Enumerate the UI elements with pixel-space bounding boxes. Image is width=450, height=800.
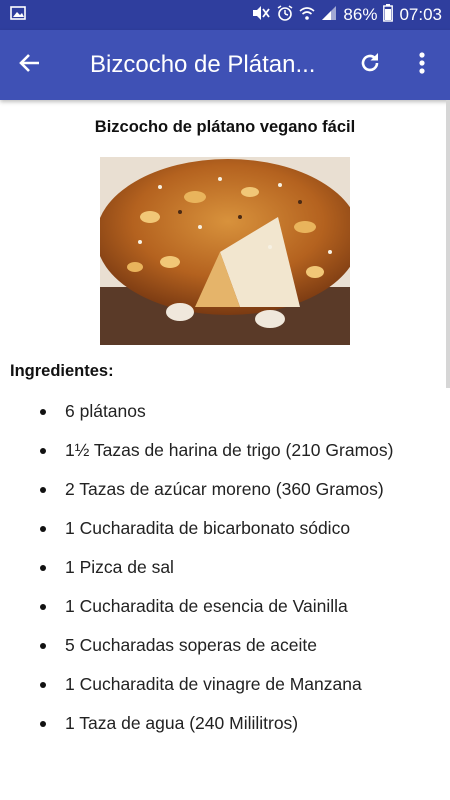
- battery-percent: 86%: [343, 5, 378, 24]
- ingredient-text: 1 Pizca de sal: [65, 557, 174, 577]
- ingredient-text: 1 Cucharadita de vinagre de Manzana: [65, 674, 362, 694]
- ingredient-text: 2 Tazas de azúcar moreno (360 Gramos): [65, 479, 384, 499]
- bullet-icon: [40, 682, 46, 688]
- mute-icon: [251, 5, 271, 26]
- list-item: 1½ Tazas de harina de trigo (210 Gramos): [0, 431, 440, 470]
- list-item: 1 Cucharadita de bicarbonato sódico: [0, 509, 440, 548]
- bullet-icon: [40, 448, 46, 454]
- ingredients-heading: Ingredientes:: [10, 362, 114, 380]
- scrollbar[interactable]: [446, 100, 450, 388]
- bullet-icon: [40, 721, 46, 727]
- status-right: 86% 07:03: [251, 3, 442, 27]
- wifi-icon: [299, 5, 315, 26]
- list-item: 2 Tazas de azúcar moreno (360 Gramos): [0, 470, 440, 509]
- ingredient-text: 1 Taza de agua (240 Mililitros): [65, 713, 299, 733]
- recipe-content[interactable]: Bizcocho de plátano vegano fácil Ingredi…: [0, 100, 450, 800]
- list-item: 6 plátanos: [0, 392, 440, 431]
- banana-cake-photo: [100, 157, 350, 345]
- bullet-icon: [40, 526, 46, 532]
- bullet-icon: [40, 643, 46, 649]
- ingredient-text: 1 Cucharadita de bicarbonato sódico: [65, 518, 351, 538]
- more-options-button[interactable]: [405, 30, 439, 100]
- bullet-icon: [40, 604, 46, 610]
- status-left: [10, 5, 26, 25]
- recipe-title: Bizcocho de plátano vegano fácil: [94, 118, 356, 136]
- bullet-icon: [40, 487, 46, 493]
- ingredient-text: 1 Cucharadita de esencia de Vainilla: [65, 596, 348, 616]
- refresh-button[interactable]: [350, 30, 390, 100]
- list-item: 1 Cucharadita de esencia de Vainilla: [0, 587, 440, 626]
- battery-icon: [383, 3, 394, 27]
- status-bar: 86% 07:03: [0, 0, 450, 30]
- list-item: 5 Cucharadas soperas de aceite: [0, 626, 440, 665]
- ingredient-text: 6 plátanos: [65, 401, 146, 421]
- back-arrow-icon: [18, 51, 42, 80]
- signal-icon: [321, 5, 337, 26]
- bullet-icon: [40, 565, 46, 571]
- bullet-icon: [40, 409, 46, 415]
- more-vert-icon: [419, 51, 425, 79]
- refresh-icon: [358, 51, 382, 80]
- page-title: Bizcocho de Plátan...: [90, 51, 316, 78]
- alarm-icon: [277, 4, 293, 26]
- clock: 07:03: [399, 5, 442, 24]
- app-bar: Bizcocho de Plátan...: [0, 30, 450, 100]
- list-item: 1 Cucharadita de vinagre de Manzana: [0, 665, 440, 704]
- list-item: 1 Taza de agua (240 Mililitros): [0, 704, 440, 743]
- ingredient-text: 5 Cucharadas soperas de aceite: [65, 635, 317, 655]
- back-button[interactable]: [0, 30, 60, 100]
- image-icon: [10, 5, 26, 25]
- ingredients-list: 6 plátanos 1½ Tazas de harina de trigo (…: [0, 392, 440, 743]
- list-item: 1 Pizca de sal: [0, 548, 440, 587]
- ingredient-text: 1½ Tazas de harina de trigo (210 Gramos): [65, 440, 394, 460]
